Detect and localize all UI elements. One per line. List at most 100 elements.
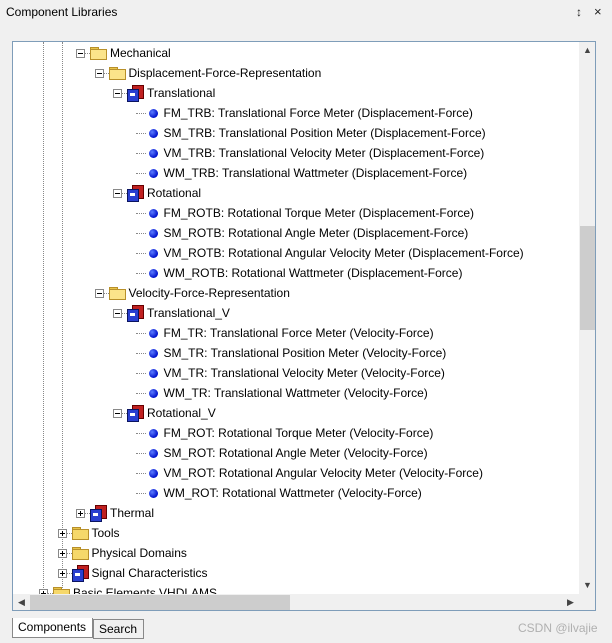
tree-component-item[interactable]: FM_TR: Translational Force Meter (Veloci… [13, 323, 579, 343]
tree-node-item[interactable]: Mechanical [13, 43, 579, 63]
scroll-right-icon[interactable]: ▶ [562, 594, 579, 610]
vertical-scrollbar[interactable]: ▲ ▼ [579, 42, 595, 594]
tree-component-item[interactable]: VM_TRB: Translational Velocity Meter (Di… [13, 143, 579, 163]
tree-item-label: SM_ROT: Rotational Angle Meter (Velocity… [163, 446, 428, 460]
tree-connector [135, 433, 146, 434]
component-icon [148, 149, 158, 158]
tree-connector [135, 173, 146, 174]
tree-node-item[interactable]: Velocity-Force-Representation [13, 283, 579, 303]
tree-node-item[interactable]: Basic Elements VHDLAMS [13, 583, 579, 594]
collapse-minus-icon[interactable] [76, 49, 85, 58]
component-icon [148, 349, 158, 358]
tab-search[interactable]: Search [93, 619, 144, 639]
collapse-minus-icon[interactable] [113, 309, 122, 318]
horizontal-scrollbar[interactable]: ◀ ▶ [13, 594, 579, 610]
tree-connector [135, 373, 146, 374]
component-icon [148, 369, 158, 378]
tree-connector [135, 253, 146, 254]
tree-node-item[interactable]: Tools [13, 523, 579, 543]
component-icon [148, 269, 158, 278]
collapse-minus-icon[interactable] [113, 189, 122, 198]
expand-plus-icon[interactable] [57, 529, 67, 538]
component-tree[interactable]: Mechanical Displacement-Force-Representat… [13, 42, 579, 594]
tree-connector [135, 233, 146, 234]
tree-component-item[interactable]: FM_ROT: Rotational Torque Meter (Velocit… [13, 423, 579, 443]
scrollbar-corner [579, 594, 595, 610]
expand-plus-icon[interactable] [57, 549, 67, 558]
tree-node-item[interactable]: Thermal [13, 503, 579, 523]
tree-item-label: Rotational [147, 186, 202, 200]
collapse-minus-icon[interactable] [94, 289, 104, 298]
scroll-up-icon[interactable]: ▲ [579, 42, 595, 59]
panel-titlebar: Component Libraries ↕ × [0, 0, 612, 26]
scroll-left-icon[interactable]: ◀ [13, 594, 30, 610]
component-tree-panel: Mechanical Displacement-Force-Representat… [12, 41, 596, 611]
tree-connector [135, 113, 146, 114]
tree-component-item[interactable]: WM_TRB: Translational Wattmeter (Displac… [13, 163, 579, 183]
library-icon [90, 505, 107, 522]
tree-component-item[interactable]: VM_ROTB: Rotational Angular Velocity Met… [13, 243, 579, 263]
folder-open-icon [108, 287, 126, 300]
tree-item-label: Signal Characteristics [91, 566, 208, 580]
tree-component-item[interactable]: WM_ROTB: Rotational Wattmeter (Displacem… [13, 263, 579, 283]
folder-open-icon [108, 67, 126, 80]
pin-icon[interactable]: ↕ [576, 5, 582, 19]
tree-component-item[interactable]: VM_ROT: Rotational Angular Velocity Mete… [13, 463, 579, 483]
tree-component-item[interactable]: WM_ROT: Rotational Wattmeter (Velocity-F… [13, 483, 579, 503]
tree-item-label: WM_TR: Translational Wattmeter (Velocity… [163, 386, 428, 400]
tree-item-label: SM_TR: Translational Position Meter (Vel… [163, 346, 447, 360]
component-icon [148, 429, 158, 438]
component-icon [148, 249, 158, 258]
folder-icon [71, 547, 89, 560]
tree-node-item[interactable]: Physical Domains [13, 543, 579, 563]
tree-connector [135, 213, 146, 214]
close-icon[interactable]: × [594, 4, 602, 19]
library-icon [127, 185, 144, 202]
folder-icon [71, 527, 89, 540]
collapse-minus-icon[interactable] [113, 89, 122, 98]
tree-component-item[interactable]: SM_ROTB: Rotational Angle Meter (Displac… [13, 223, 579, 243]
tree-connector [135, 333, 146, 334]
expand-plus-icon[interactable] [76, 509, 85, 518]
tree-item-label: WM_TRB: Translational Wattmeter (Displac… [163, 166, 468, 180]
component-icon [148, 109, 158, 118]
tree-item-label: VM_TRB: Translational Velocity Meter (Di… [163, 146, 485, 160]
tab-components[interactable]: Components [12, 618, 93, 638]
component-icon [148, 229, 158, 238]
component-icon [148, 169, 158, 178]
tree-item-label: Basic Elements VHDLAMS [73, 586, 218, 594]
tree-component-item[interactable]: WM_TR: Translational Wattmeter (Velocity… [13, 383, 579, 403]
tree-component-item[interactable]: FM_ROTB: Rotational Torque Meter (Displa… [13, 203, 579, 223]
folder-open-icon [90, 47, 107, 60]
tree-node-item[interactable]: Rotational [13, 183, 579, 203]
tree-item-label: SM_ROTB: Rotational Angle Meter (Displac… [163, 226, 469, 240]
tree-connector [135, 273, 146, 274]
scroll-down-icon[interactable]: ▼ [579, 577, 595, 594]
horizontal-scroll-thumb[interactable] [30, 595, 290, 610]
collapse-minus-icon[interactable] [113, 409, 122, 418]
component-icon [148, 489, 158, 498]
collapse-minus-icon[interactable] [94, 69, 104, 78]
tree-item-label: Velocity-Force-Representation [128, 286, 290, 300]
tree-connector [135, 473, 146, 474]
library-icon [127, 85, 144, 102]
tree-component-item[interactable]: SM_TR: Translational Position Meter (Vel… [13, 343, 579, 363]
tree-component-item[interactable]: VM_TR: Translational Velocity Meter (Vel… [13, 363, 579, 383]
component-icon [148, 389, 158, 398]
component-icon [148, 129, 158, 138]
tree-node-item[interactable]: Translational_V [13, 303, 579, 323]
tree-component-item[interactable]: SM_TRB: Translational Position Meter (Di… [13, 123, 579, 143]
tree-connector [135, 493, 146, 494]
tree-node-item[interactable]: Signal Characteristics [13, 563, 579, 583]
tree-item-label: FM_ROT: Rotational Torque Meter (Velocit… [163, 426, 434, 440]
vertical-scroll-thumb[interactable] [580, 226, 595, 330]
tree-item-label: Displacement-Force-Representation [128, 66, 322, 80]
tree-component-item[interactable]: SM_ROT: Rotational Angle Meter (Velocity… [13, 443, 579, 463]
tree-component-item[interactable]: FM_TRB: Translational Force Meter (Displ… [13, 103, 579, 123]
tree-node-item[interactable]: Rotational_V [13, 403, 579, 423]
library-icon [71, 565, 89, 582]
tree-node-item[interactable]: Displacement-Force-Representation [13, 63, 579, 83]
component-icon [148, 449, 158, 458]
expand-plus-icon[interactable] [57, 569, 67, 578]
tree-node-item[interactable]: Translational [13, 83, 579, 103]
